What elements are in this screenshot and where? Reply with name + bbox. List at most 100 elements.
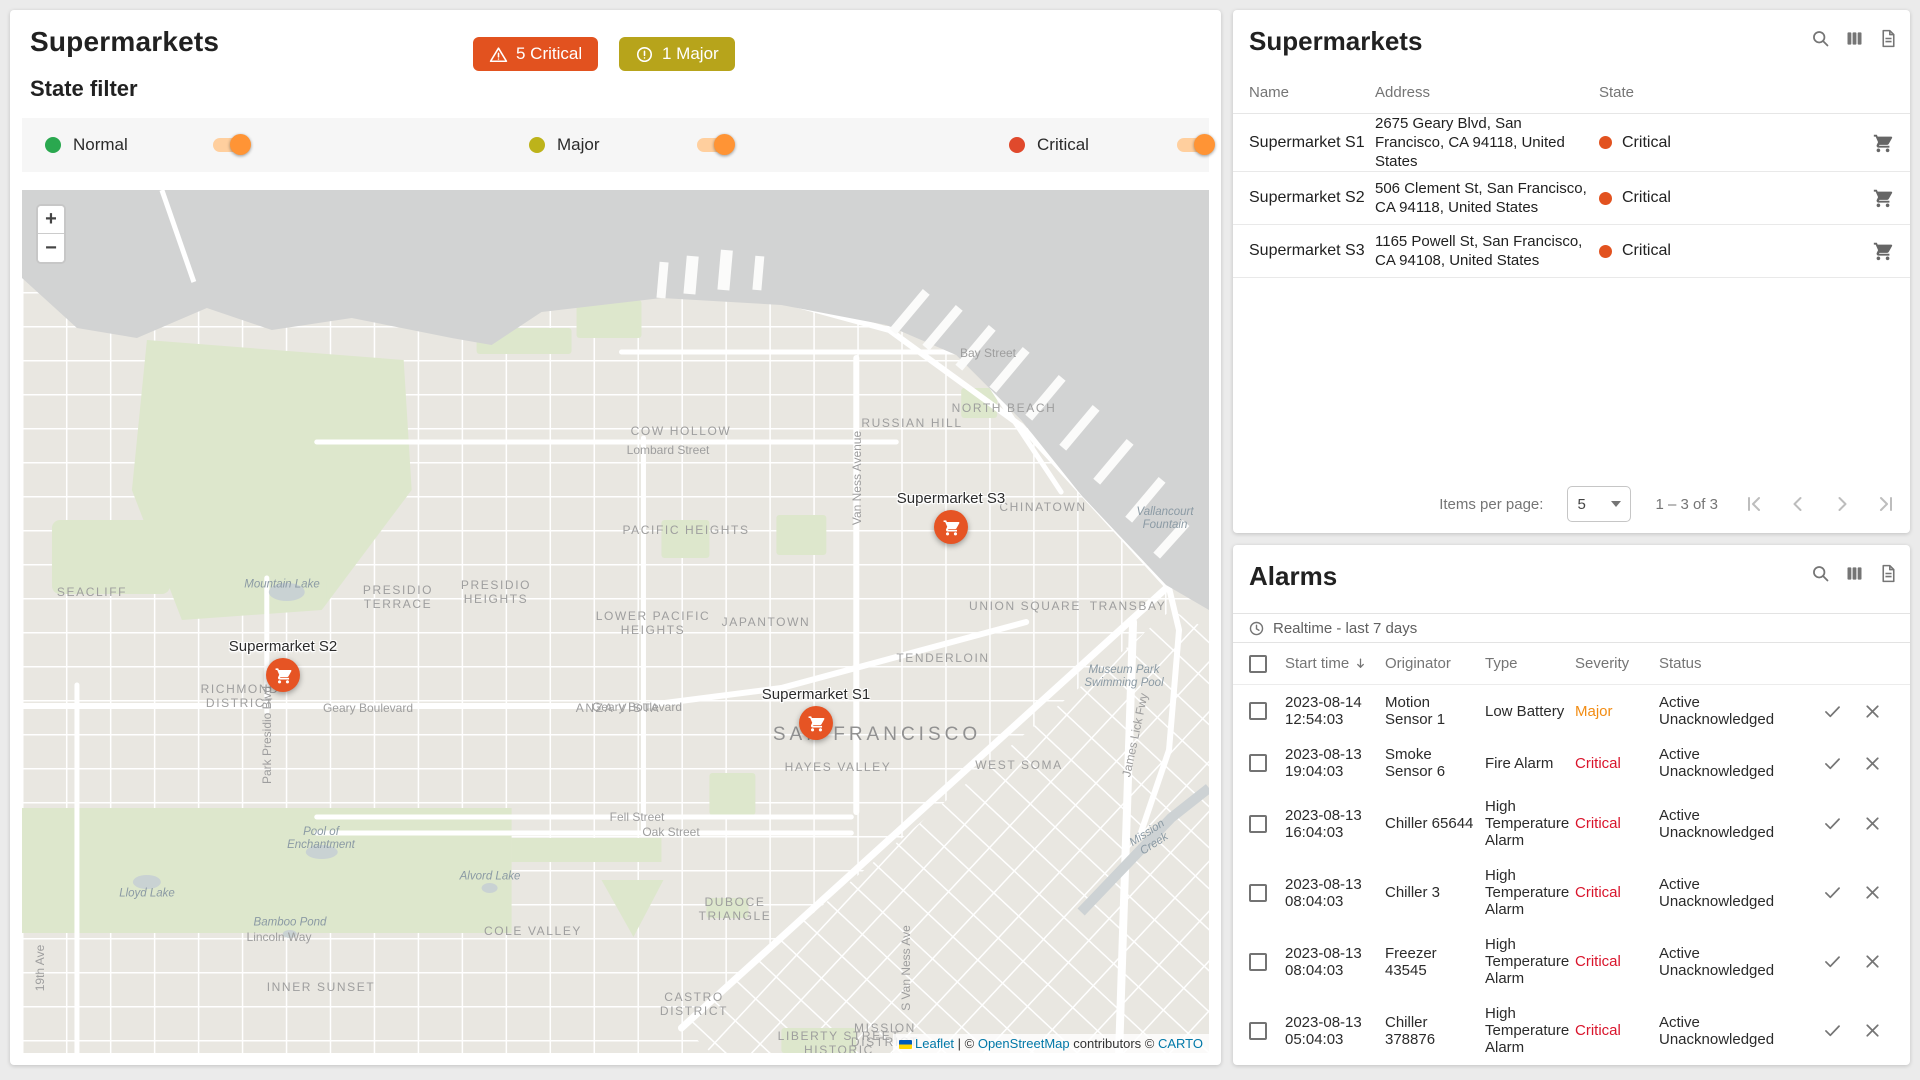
major-badge-label: 1 Major bbox=[662, 44, 719, 64]
alarm-type: High Temperature Alarm bbox=[1485, 936, 1575, 987]
alarm-date: 2023-08-13 bbox=[1285, 1014, 1377, 1031]
map-zoom-control: + − bbox=[36, 204, 66, 264]
warning-icon bbox=[489, 45, 508, 64]
alarm-type: High Temperature Alarm bbox=[1485, 867, 1575, 918]
supermarket-marker[interactable] bbox=[934, 510, 968, 544]
export-icon[interactable] bbox=[1876, 26, 1900, 50]
alarm-checkbox[interactable] bbox=[1249, 884, 1267, 902]
major-count-badge[interactable]: 1 Major bbox=[619, 37, 735, 71]
alarm-row[interactable]: 2023-08-1308:04:03Freezer 43545High Temp… bbox=[1233, 927, 1910, 996]
alarm-originator: Smoke Sensor 6 bbox=[1385, 746, 1485, 780]
map-widget-title: Supermarkets bbox=[30, 26, 219, 58]
alarm-originator: Freezer 43545 bbox=[1385, 945, 1485, 979]
alarm-row[interactable]: 2023-08-1308:04:03Chiller 3High Temperat… bbox=[1233, 858, 1910, 927]
first-page-icon[interactable] bbox=[1742, 492, 1766, 516]
alarm-row[interactable]: 2023-08-1305:04:03Chiller 378876High Tem… bbox=[1233, 996, 1910, 1065]
alarm-checkbox[interactable] bbox=[1249, 953, 1267, 971]
supermarket-marker[interactable] bbox=[266, 658, 300, 692]
normal-toggle[interactable] bbox=[211, 134, 251, 156]
shopping-cart-icon[interactable] bbox=[1844, 187, 1894, 209]
entity-row[interactable]: Supermarket S31165 Powell St, San Franci… bbox=[1233, 225, 1910, 278]
alarm-checkbox[interactable] bbox=[1249, 815, 1267, 833]
cart-marker-icon bbox=[274, 666, 293, 685]
supermarket-marker[interactable] bbox=[799, 706, 833, 740]
alarm-checkbox[interactable] bbox=[1249, 702, 1267, 720]
carto-link[interactable]: CARTO bbox=[1158, 1036, 1203, 1051]
alarm-row[interactable]: 2023-08-1412:54:03Motion Sensor 1Low Bat… bbox=[1233, 685, 1910, 737]
critical-count-badge[interactable]: 5 Critical bbox=[473, 37, 598, 71]
acknowledge-icon[interactable] bbox=[1816, 951, 1856, 972]
cart-marker-icon bbox=[807, 714, 826, 733]
last-page-icon[interactable] bbox=[1874, 492, 1898, 516]
acknowledge-icon[interactable] bbox=[1816, 882, 1856, 903]
entity-address: 2675 Geary Blvd, San Francisco, CA 94118… bbox=[1375, 114, 1599, 171]
export-icon[interactable] bbox=[1876, 561, 1900, 585]
clear-alarm-icon[interactable] bbox=[1856, 951, 1896, 972]
acknowledge-icon[interactable] bbox=[1816, 701, 1856, 722]
entity-state: Critical bbox=[1599, 189, 1844, 207]
alarm-originator: Chiller 65644 bbox=[1385, 815, 1485, 832]
page-size-select[interactable]: 5 bbox=[1567, 486, 1631, 522]
col-originator[interactable]: Originator bbox=[1385, 655, 1485, 672]
time-window-selector[interactable]: Realtime - last 7 days bbox=[1233, 613, 1910, 643]
alarm-severity: Critical bbox=[1575, 884, 1659, 901]
prev-page-icon[interactable] bbox=[1786, 492, 1810, 516]
col-type[interactable]: Type bbox=[1485, 655, 1575, 672]
entity-state-label: Critical bbox=[1622, 189, 1671, 207]
alarm-date: 2023-08-13 bbox=[1285, 876, 1377, 893]
col-status[interactable]: Status bbox=[1659, 655, 1785, 672]
columns-icon[interactable] bbox=[1842, 561, 1866, 585]
col-severity[interactable]: Severity bbox=[1575, 655, 1659, 672]
alarm-status: Active Unacknowledged bbox=[1659, 746, 1785, 780]
major-toggle[interactable] bbox=[695, 134, 735, 156]
col-address[interactable]: Address bbox=[1375, 84, 1599, 101]
toggle-thumb bbox=[1194, 134, 1215, 155]
leaflet-link[interactable]: Leaflet bbox=[915, 1036, 954, 1051]
columns-icon[interactable] bbox=[1842, 26, 1866, 50]
acknowledge-icon[interactable] bbox=[1816, 753, 1856, 774]
search-icon[interactable] bbox=[1808, 561, 1832, 585]
next-page-icon[interactable] bbox=[1830, 492, 1854, 516]
alarm-date: 2023-08-13 bbox=[1285, 807, 1377, 824]
entity-row[interactable]: Supermarket S12675 Geary Blvd, San Franc… bbox=[1233, 114, 1910, 172]
map[interactable]: NORTH BEACHRUSSIAN HILLCHINATOWNCOW HOLL… bbox=[22, 190, 1209, 1053]
time-window-label: Realtime - last 7 days bbox=[1273, 620, 1417, 637]
clear-alarm-icon[interactable] bbox=[1856, 753, 1896, 774]
entity-row[interactable]: Supermarket S2506 Clement St, San Franci… bbox=[1233, 172, 1910, 225]
col-name[interactable]: Name bbox=[1249, 84, 1375, 101]
clear-alarm-icon[interactable] bbox=[1856, 882, 1896, 903]
map-canvas bbox=[22, 190, 1209, 1053]
alarm-status: Active Unacknowledged bbox=[1659, 945, 1785, 979]
alarm-row[interactable]: 2023-08-1319:04:03Smoke Sensor 6Fire Ala… bbox=[1233, 737, 1910, 789]
clear-alarm-icon[interactable] bbox=[1856, 701, 1896, 722]
alarms-title: Alarms bbox=[1249, 561, 1337, 592]
entities-table-card: Supermarkets Name Address State Supermar… bbox=[1233, 10, 1910, 533]
clear-alarm-icon[interactable] bbox=[1856, 1020, 1896, 1041]
col-state[interactable]: State bbox=[1599, 84, 1844, 101]
entity-address: 506 Clement St, San Francisco, CA 94118,… bbox=[1375, 179, 1599, 217]
openstreetmap-link[interactable]: OpenStreetMap bbox=[978, 1036, 1070, 1051]
alarm-checkbox[interactable] bbox=[1249, 1022, 1267, 1040]
alarm-checkbox-cell bbox=[1249, 884, 1285, 902]
alarm-status: Active Unacknowledged bbox=[1659, 876, 1785, 910]
search-icon[interactable] bbox=[1808, 26, 1832, 50]
alarm-checkbox[interactable] bbox=[1249, 754, 1267, 772]
state-filter-label: Major bbox=[557, 135, 600, 155]
alarms-table-card: Alarms Realtime - last 7 days Start time… bbox=[1233, 545, 1910, 1065]
alarm-start-time: 2023-08-1319:04:03 bbox=[1285, 746, 1385, 780]
col-start-time[interactable]: Start time bbox=[1285, 655, 1385, 672]
acknowledge-icon[interactable] bbox=[1816, 1020, 1856, 1041]
state-filter-label: Critical bbox=[1037, 135, 1089, 155]
entities-paginator: Items per page: 5 1 – 3 of 3 bbox=[1233, 475, 1910, 533]
acknowledge-icon[interactable] bbox=[1816, 813, 1856, 834]
critical-toggle[interactable] bbox=[1175, 134, 1215, 156]
alarm-time: 08:04:03 bbox=[1285, 962, 1377, 979]
clear-alarm-icon[interactable] bbox=[1856, 813, 1896, 834]
shopping-cart-icon[interactable] bbox=[1844, 240, 1894, 262]
zoom-out-button[interactable]: − bbox=[38, 234, 64, 262]
zoom-in-button[interactable]: + bbox=[38, 206, 64, 234]
shopping-cart-icon[interactable] bbox=[1844, 132, 1894, 154]
alarm-row[interactable]: 2023-08-1316:04:03Chiller 65644High Temp… bbox=[1233, 789, 1910, 858]
select-all-checkbox[interactable] bbox=[1249, 655, 1267, 673]
entity-name: Supermarket S3 bbox=[1249, 242, 1375, 260]
